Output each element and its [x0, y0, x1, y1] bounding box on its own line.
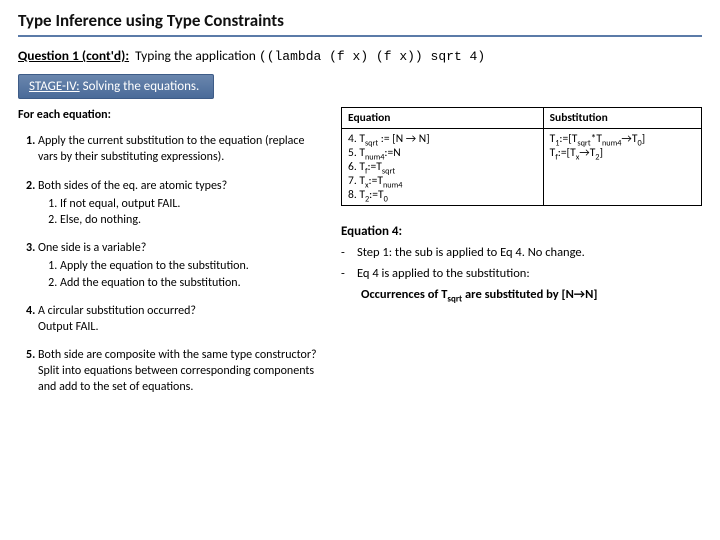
dash-icon: -	[341, 266, 349, 281]
substitution-cell: T1:=[Tsqrt*Tnum4→T0] Tf:=[Tx→T2]	[543, 129, 701, 206]
table-row: 4. Tsqrt := [N → N] 5. Tnum4:=N 6. Tf:=T…	[342, 129, 702, 206]
explain-b2-text: Eq 4 is applied to the substitution:	[357, 266, 530, 281]
stage-text: Solving the equations.	[83, 79, 200, 94]
stage-prefix: STAGE-IV:	[29, 79, 80, 94]
sub-1: T1:=[Tsqrt*Tnum4→T0]	[550, 132, 695, 146]
step-3: One side is a variable? Apply the equati…	[38, 240, 323, 291]
step-2: Both sides of the eq. are atomic types? …	[38, 178, 323, 229]
explanation: Equation 4: - Step 1: the sub is applied…	[341, 224, 702, 302]
col-substitution: Substitution	[543, 108, 701, 129]
step-4-out: Output FAIL.	[38, 320, 99, 334]
sub-2: Tf:=[Tx→T2]	[550, 146, 695, 160]
explain-heading: Equation 4:	[341, 224, 702, 239]
step-2a: If not equal, output FAIL.	[60, 196, 323, 212]
explain-bullet-2: - Eq 4 is applied to the substitution:	[341, 266, 702, 281]
question-line: Question 1 (cont'd): Typing the applicat…	[18, 47, 702, 64]
stage-badge: STAGE-IV: Solving the equations.	[18, 74, 214, 99]
occurrences-line: Occurrences of Tsqrt are substituted by …	[341, 287, 702, 302]
eq-4: 4. Tsqrt := [N → N]	[348, 132, 537, 146]
steps-list: Apply the current substitution to the eq…	[18, 133, 323, 395]
eq-6: 6. Tf:=Tsqrt	[348, 160, 537, 174]
page-title: Type Inference using Type Constraints	[18, 10, 702, 33]
eq-7: 7. Tx:=Tnum4	[348, 174, 537, 188]
eq-8: 8. T2:=T0	[348, 188, 537, 202]
col-equation: Equation	[342, 108, 544, 129]
explain-b1-text: Step 1: the sub is applied to Eq 4. No c…	[357, 245, 585, 260]
step-4-text: A circular substitution occurred?	[38, 304, 196, 318]
question-label: Question 1 (cont'd):	[18, 47, 129, 64]
dash-icon: -	[341, 245, 349, 260]
step-1: Apply the current substitution to the eq…	[38, 133, 323, 165]
content-columns: For each equation: Apply the current sub…	[18, 107, 702, 408]
step-3-text: One side is a variable?	[38, 241, 146, 255]
question-intro: Typing the application	[135, 47, 256, 64]
step-4: A circular substitution occurred? Output…	[38, 303, 323, 335]
explain-bullet-1: - Step 1: the sub is applied to Eq 4. No…	[341, 245, 702, 260]
right-column: Equation Substitution 4. Tsqrt := [N → N…	[341, 107, 702, 408]
step-5: Both side are composite with the same ty…	[38, 347, 323, 396]
title-rule	[18, 35, 702, 37]
eq-5: 5. Tnum4:=N	[348, 146, 537, 160]
left-column: For each equation: Apply the current sub…	[18, 107, 323, 408]
step-3a: Apply the equation to the substitution.	[60, 258, 323, 274]
step-5-out: Split into equations between correspondi…	[38, 364, 314, 394]
step-2b: Else, do nothing.	[60, 212, 323, 228]
step-1-text: Apply the current substitution to the eq…	[38, 134, 304, 164]
step-2-text: Both sides of the eq. are atomic types?	[38, 179, 227, 193]
step-2-sub: If not equal, output FAIL. Else, do noth…	[38, 196, 323, 228]
step-5-text: Both side are composite with the same ty…	[38, 348, 317, 362]
step-3b: Add the equation to the substitution.	[60, 275, 323, 291]
table-header-row: Equation Substitution	[342, 108, 702, 129]
for-each-heading: For each equation:	[18, 107, 323, 123]
equation-table: Equation Substitution 4. Tsqrt := [N → N…	[341, 107, 702, 206]
slide: Type Inference using Type Constraints Qu…	[0, 0, 720, 540]
step-3-sub: Apply the equation to the substitution. …	[38, 258, 323, 290]
question-code: ((lambda (f x) (f x)) sqrt 4)	[259, 49, 485, 64]
equations-cell: 4. Tsqrt := [N → N] 5. Tnum4:=N 6. Tf:=T…	[342, 129, 544, 206]
